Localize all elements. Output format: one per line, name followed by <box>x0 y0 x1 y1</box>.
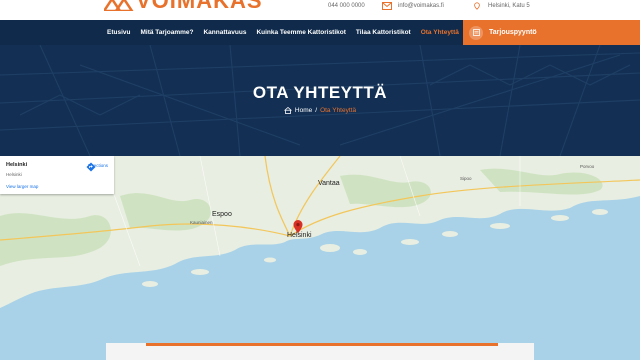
logo-mark-icon <box>104 0 134 11</box>
map-info-card: Helsinki Helsinki View larger map Direct… <box>0 156 114 194</box>
address-text: Helsinki, Katu 5 <box>488 3 530 9</box>
embedded-map[interactable]: Vantaa Espoo Helsinki Kauniainen Porvoo … <box>0 156 640 360</box>
breadcrumb-home[interactable]: Home <box>295 107 312 114</box>
map-label-porvoo: Porvoo <box>580 164 595 169</box>
map-label-kauniainen: Kauniainen <box>190 220 213 225</box>
map-label-sipoo: Sipoo <box>460 176 472 181</box>
top-strip: VOIMAKAS 044 000 0000 info@voimakas.fi H… <box>0 0 640 20</box>
contact-form-accent-bar <box>146 343 498 346</box>
view-larger-map-link[interactable]: View larger map <box>6 184 38 189</box>
map-label-espoo: Espoo <box>212 211 232 218</box>
phone-contact[interactable]: 044 000 0000 <box>328 0 365 12</box>
map-label-vantaa: Vantaa <box>318 180 340 187</box>
phone-text: 044 000 0000 <box>328 3 365 9</box>
page-title: OTA YHTEYTTÄ <box>252 83 388 102</box>
location-pin-icon <box>474 2 480 10</box>
map-location-pin-icon[interactable] <box>293 220 303 234</box>
nav-item-etusivu[interactable]: Etusivu <box>107 29 130 36</box>
breadcrumb-current: Ota Yhteyttä <box>320 107 357 114</box>
home-icon <box>284 107 292 114</box>
breadcrumb: Home / Ota Yhteyttä <box>0 107 640 114</box>
map-card-place: Helsinki <box>6 162 28 168</box>
address-contact: Helsinki, Katu 5 <box>472 0 530 12</box>
map-card-subtitle: Helsinki <box>6 172 22 177</box>
directions-button[interactable]: Directions <box>86 162 110 172</box>
nav-item-ota-yhteytta[interactable]: Ota Yhteyttä <box>421 29 459 36</box>
logo-text: VOIMAKAS <box>136 0 263 13</box>
page-hero: OTA YHTEYTTÄ Home / Ota Yhteyttä <box>0 45 640 156</box>
nav-menu: Etusivu Mitä Tarjoamme? Kannattavuus Kui… <box>102 20 464 45</box>
document-icon <box>472 29 480 36</box>
email-contact[interactable]: info@voimakas.fi <box>382 0 444 12</box>
nav-item-tilaa[interactable]: Tilaa Kattoristikot <box>356 29 411 36</box>
logo[interactable]: VOIMAKAS <box>104 0 263 13</box>
quote-request-button[interactable]: Tarjouspyyntö <box>463 20 640 45</box>
email-text: info@voimakas.fi <box>398 3 444 9</box>
directions-icon <box>86 162 96 172</box>
nav-item-mita-tarjoamme[interactable]: Mitä Tarjoamme? <box>140 29 193 36</box>
nav-item-kuinka-teemme[interactable]: Kuinka Teemme Kattoristikot <box>256 29 345 36</box>
quote-request-label: Tarjouspyyntö <box>489 29 537 36</box>
nav-item-kannattavuus[interactable]: Kannattavuus <box>203 29 246 36</box>
quote-icon-circle <box>469 25 483 40</box>
mail-icon <box>382 2 392 10</box>
breadcrumb-separator: / <box>315 107 318 114</box>
